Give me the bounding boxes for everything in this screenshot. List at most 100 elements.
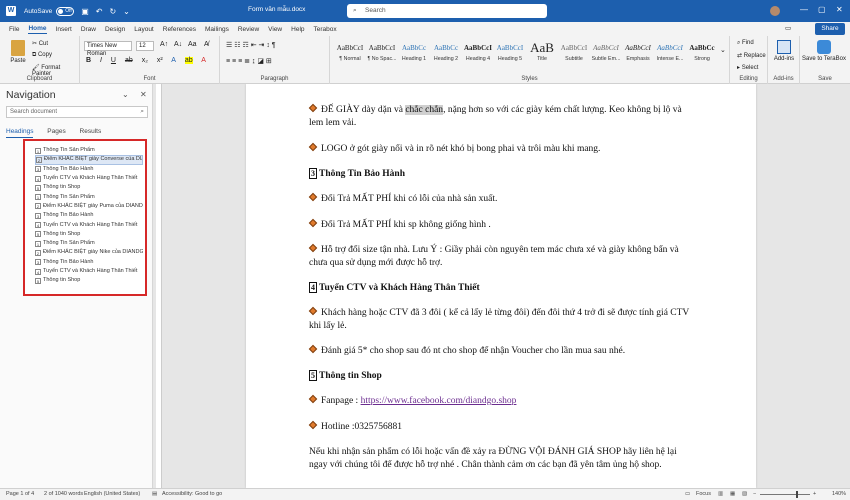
- word-count[interactable]: 2 of 1040 words: [44, 489, 83, 500]
- cut-button[interactable]: ✂ Cut: [32, 40, 48, 47]
- heading-item[interactable]: 3 Thông Tin Bảo Hành: [35, 211, 143, 220]
- paragraph-sole[interactable]: ĐẾ GIÀY dày dặn và chắc chắn, nặng hơn s…: [308, 103, 694, 130]
- heading-warranty[interactable]: 3 Thông Tin Bảo Hành: [309, 168, 694, 181]
- zoom-level[interactable]: 140%: [832, 489, 846, 500]
- zoom-in-icon[interactable]: +: [813, 489, 816, 500]
- decrease-indent-icon[interactable]: ⇤: [251, 42, 259, 49]
- paragraph-review[interactable]: Đánh giá 5* cho shop sau đó nt cho shop …: [308, 344, 694, 358]
- zoom-out-icon[interactable]: −: [753, 489, 756, 500]
- style-heading-1[interactable]: AaBbCc Heading 1: [399, 40, 429, 68]
- style-no-spacing[interactable]: AaBbCcI ¶ No Spac...: [367, 40, 397, 68]
- select-button[interactable]: ▸ Select: [737, 64, 758, 71]
- tab-layout[interactable]: Layout: [134, 26, 154, 33]
- tab-file[interactable]: File: [9, 26, 19, 33]
- focus-icon[interactable]: ▭: [685, 489, 690, 500]
- close-pane-icon[interactable]: ✕: [140, 90, 147, 99]
- document-area[interactable]: ĐẾ GIÀY dày dặn và chắc chắn, nặng hơn s…: [153, 84, 850, 488]
- paragraph-return-1[interactable]: Đổi Trả MẤT PHÍ khi có lỗi của nhà sản x…: [308, 192, 694, 206]
- focus-button[interactable]: Focus: [696, 489, 711, 500]
- zoom-slider-thumb[interactable]: [796, 491, 798, 498]
- shrink-font-icon[interactable]: A↓: [174, 41, 182, 48]
- comments-icon[interactable]: ▭: [785, 24, 791, 32]
- language-status[interactable]: English (United States): [84, 489, 140, 500]
- heading-item[interactable]: 4 Tuyển CTV và Khách Hàng Thân Thiết: [35, 267, 143, 276]
- highlight-icon[interactable]: ab: [184, 57, 193, 64]
- zoom-slider[interactable]: [760, 494, 810, 495]
- style-intense-emphasis[interactable]: AaBbCcI Intense E...: [655, 40, 685, 68]
- show-marks-icon[interactable]: ¶: [272, 42, 276, 49]
- superscript-icon[interactable]: x²: [157, 57, 163, 64]
- underline-icon[interactable]: U: [111, 57, 116, 64]
- heading-item[interactable]: 1 Thông Tin Sản Phẩm: [35, 239, 143, 248]
- tab-headings[interactable]: Headings: [6, 128, 34, 138]
- document-page[interactable]: ĐẾ GIÀY dày dặn và chắc chắn, nặng hơn s…: [246, 84, 756, 488]
- italic-icon[interactable]: I: [100, 57, 102, 64]
- tab-design[interactable]: Design: [105, 26, 125, 33]
- close-icon[interactable]: ✕: [836, 5, 843, 14]
- font-size-select[interactable]: 12: [136, 41, 154, 51]
- minimize-icon[interactable]: —: [800, 5, 808, 14]
- subscript-icon[interactable]: x₂: [142, 57, 148, 64]
- heading-item[interactable]: 2 Điểm KHÁC BIỆT giày Converse của DIA...: [35, 155, 143, 165]
- print-layout-icon[interactable]: ▦: [730, 489, 735, 500]
- borders-icon[interactable]: ⊞: [266, 58, 272, 65]
- paragraph-ctv[interactable]: Khách hàng hoặc CTV đã 3 đôi ( kể cả lấy…: [308, 306, 694, 333]
- heading-item[interactable]: 5 Thông tin Shop: [35, 183, 143, 192]
- style-heading-5[interactable]: AaBbCcI Heading 5: [495, 40, 525, 68]
- heading-item[interactable]: 4 Tuyển CTV và Khách Hàng Thân Thiết: [35, 220, 143, 229]
- share-button[interactable]: Share: [815, 23, 845, 35]
- style-normal[interactable]: AaBbCcI ¶ Normal: [335, 40, 365, 68]
- font-color-icon[interactable]: A: [201, 57, 206, 64]
- justify-icon[interactable]: ≣: [244, 58, 252, 65]
- heading-item[interactable]: 3 Thông Tin Bảo Hành: [35, 165, 143, 174]
- save-terabox-button[interactable]: Save to TeraBox: [802, 40, 846, 62]
- heading-item[interactable]: 3 Thông Tin Bảo Hành: [35, 258, 143, 267]
- heading-item[interactable]: 5 Thông tin Shop: [35, 276, 143, 285]
- search-input[interactable]: ⌕ Search: [347, 4, 547, 18]
- paragraph-return-2[interactable]: Đổi Trả MẤT PHÍ khi sp không giống hình …: [308, 218, 694, 232]
- tab-results[interactable]: Results: [80, 128, 102, 135]
- clear-formatting-icon[interactable]: A̸: [204, 41, 209, 48]
- heading-item[interactable]: 2 Điểm KHÁC BIỆT giày Nike của DIANDG...: [35, 248, 143, 257]
- strikethrough-icon[interactable]: ab: [125, 57, 133, 64]
- change-case-icon[interactable]: Aa: [188, 41, 197, 48]
- track-changes-icon[interactable]: ▤: [152, 489, 157, 500]
- web-layout-icon[interactable]: ▧: [742, 489, 747, 500]
- addins-button[interactable]: Add-ins: [772, 40, 796, 62]
- paragraph-size-exchange[interactable]: Hỗ trợ đổi size tận nhà. Lưu Ý : Giầy ph…: [308, 243, 694, 270]
- multilevel-list-icon[interactable]: ☶: [242, 42, 250, 49]
- tab-review[interactable]: Review: [238, 26, 259, 33]
- tab-references[interactable]: References: [163, 26, 196, 33]
- style-heading-4[interactable]: AaBbCcI Heading 4: [463, 40, 493, 68]
- font-name-select[interactable]: Times New Roman: [84, 41, 132, 57]
- tab-mailings[interactable]: Mailings: [205, 26, 229, 33]
- heading-shop-info[interactable]: 5 Thông tin Shop: [309, 370, 694, 383]
- save-icon[interactable]: ▣: [81, 7, 89, 16]
- copy-button[interactable]: ⧉ Copy: [32, 52, 52, 59]
- style-subtitle[interactable]: AaBbCcI Subtitle: [559, 40, 589, 68]
- find-button[interactable]: ⌕ Find: [737, 40, 754, 47]
- grow-font-icon[interactable]: A↑: [160, 41, 168, 48]
- text-effects-icon[interactable]: A: [171, 57, 176, 64]
- paragraph-fanpage[interactable]: Fanpage : https://www.facebook.com/diand…: [308, 394, 694, 408]
- shading-icon[interactable]: ◪: [257, 58, 266, 65]
- tab-view[interactable]: View: [268, 26, 282, 33]
- read-mode-icon[interactable]: ▥: [718, 489, 723, 500]
- heading-item[interactable]: 4 Tuyển CTV và Khách Hàng Thân Thiết: [35, 174, 143, 183]
- bold-icon[interactable]: B: [86, 57, 91, 64]
- tab-help[interactable]: Help: [291, 26, 304, 33]
- style-emphasis[interactable]: AaBbCcI Emphasis: [623, 40, 653, 68]
- avatar[interactable]: [770, 6, 780, 16]
- bullets-icon[interactable]: ☰: [226, 42, 234, 49]
- style-subtle-emphasis[interactable]: AaBbCcI Subtle Em...: [591, 40, 621, 68]
- styles-more-icon[interactable]: ⌄: [720, 46, 726, 54]
- heading-item[interactable]: 1 Thông Tin Sản Phẩm: [35, 192, 143, 201]
- customize-toolbar-icon[interactable]: ⌄: [123, 7, 130, 16]
- tab-pages[interactable]: Pages: [47, 128, 65, 135]
- style-heading-2[interactable]: AaBbCc Heading 2: [431, 40, 461, 68]
- paragraph-hotline[interactable]: Hotline :0325756881: [308, 420, 694, 434]
- tab-home[interactable]: Home: [28, 25, 47, 34]
- heading-item[interactable]: 2 Điểm KHÁC BIỆT giày Puma của DIAND...: [35, 202, 143, 211]
- heading-item[interactable]: 1 Thông Tin Sản Phẩm: [35, 146, 143, 155]
- style-title[interactable]: AaB Title: [527, 40, 557, 68]
